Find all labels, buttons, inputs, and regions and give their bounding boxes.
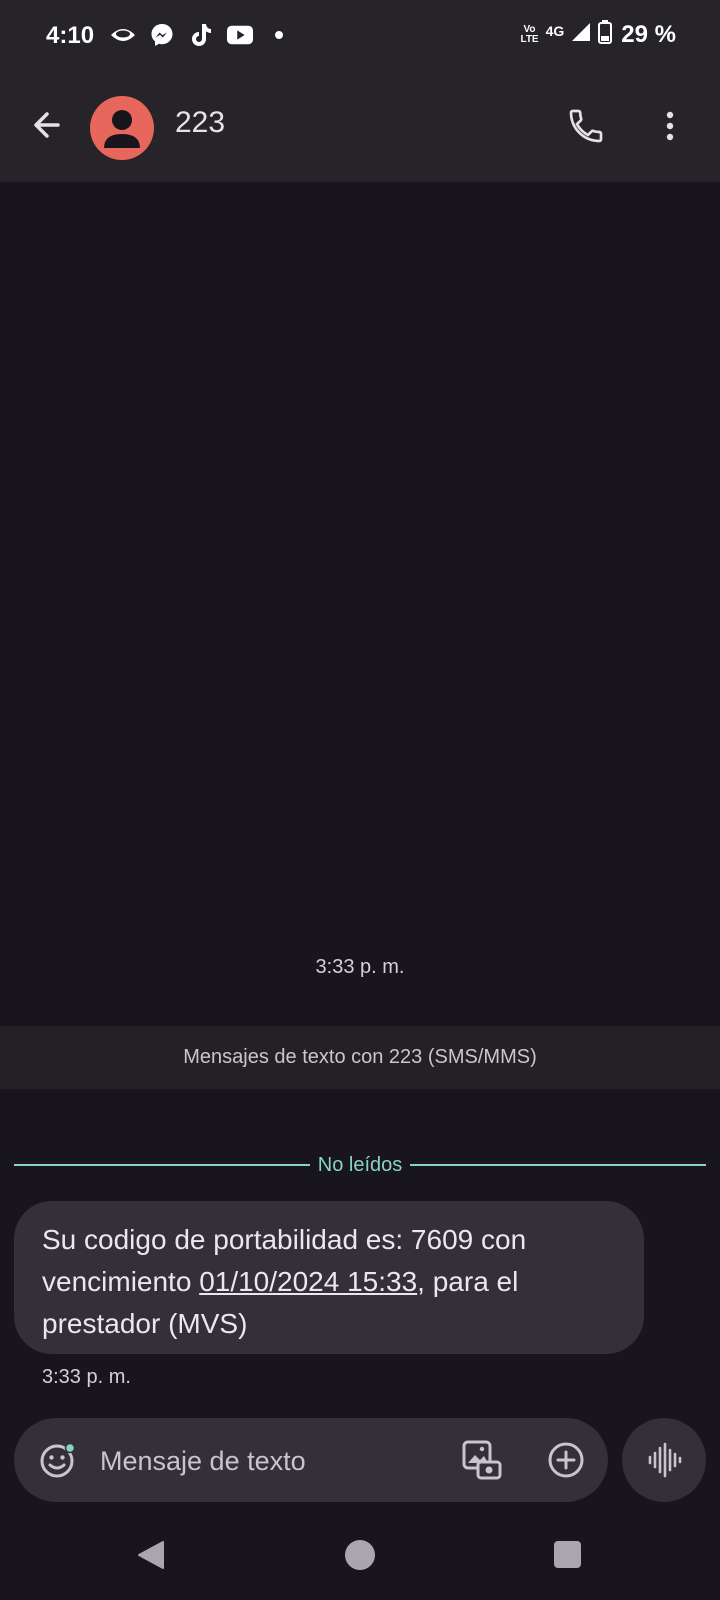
call-button[interactable] (566, 106, 606, 146)
back-button[interactable] (28, 105, 68, 145)
gallery-button[interactable] (460, 1438, 504, 1482)
arrow-back-icon (34, 112, 60, 138)
waveform-icon (648, 1442, 682, 1478)
battery-icon (598, 20, 613, 49)
emoji-button[interactable] (38, 1440, 78, 1480)
network-type: 4G (545, 22, 565, 39)
sms-info-banner: Mensajes de texto con 223 (SMS/MMS) (0, 1026, 720, 1089)
message-composer (14, 1418, 608, 1504)
battery-percent: 29 % (621, 20, 676, 48)
app-bar: 223 (0, 72, 720, 182)
phone-icon (569, 109, 603, 143)
divider-line-right (410, 1164, 706, 1166)
more-options-button[interactable] (655, 106, 685, 146)
divider-line-left (14, 1164, 310, 1166)
status-time: 4:10 (46, 22, 95, 49)
message-time: 3:33 p. m. (42, 1366, 131, 1388)
volte-top: Vo (523, 23, 536, 35)
tiktok-icon (188, 22, 214, 48)
person-icon (104, 110, 140, 148)
conversation-title[interactable]: 223 (175, 106, 225, 140)
volte-bottom: LTE (520, 33, 539, 45)
more-vert-icon (666, 111, 674, 141)
emoji-icon (40, 1442, 76, 1478)
nav-recents-button[interactable] (554, 1541, 581, 1568)
conversation-timestamp: 3:33 p. m. (315, 956, 405, 978)
messenger-icon (149, 22, 175, 48)
volte-indicator: Vo LTE (520, 23, 539, 45)
unread-label: No leídos (317, 1153, 403, 1176)
status-bar: 4:10 Vo LTE 4G 29 % (0, 0, 720, 72)
voice-message-button[interactable] (622, 1418, 706, 1502)
gallery-icon (462, 1440, 502, 1480)
status-right: Vo LTE 4G 29 % (520, 20, 676, 49)
add-circle-icon (548, 1442, 584, 1478)
add-attachment-button[interactable] (546, 1440, 586, 1480)
signal-icon (571, 22, 591, 47)
contact-avatar[interactable] (90, 96, 154, 160)
system-nav-bar (0, 1516, 720, 1600)
unread-divider: No leídos (14, 1150, 706, 1180)
triangle-back-icon (138, 1541, 164, 1569)
nav-home-button[interactable] (345, 1540, 375, 1570)
message-bubble[interactable]: Su codigo de portabilidad es: 7609 con v… (14, 1201, 644, 1354)
message-date-link[interactable]: 01/10/2024 15:33 (199, 1266, 417, 1297)
nav-back-button[interactable] (136, 1540, 166, 1575)
eye-icon (110, 22, 136, 48)
notification-icons (110, 22, 292, 48)
youtube-icon (227, 22, 253, 48)
dot-icon (266, 22, 292, 48)
message-input[interactable] (98, 1418, 432, 1504)
